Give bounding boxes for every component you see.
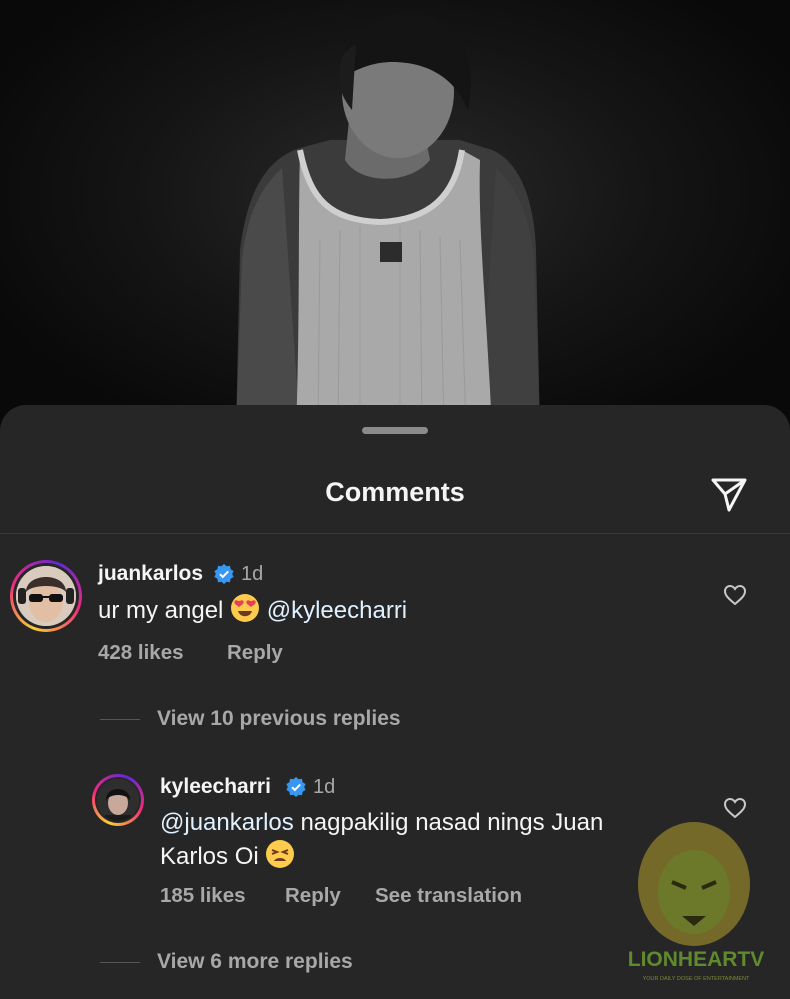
comment-mention[interactable]: @kyleecharri [267,597,407,624]
comment-reply-button[interactable]: Reply [227,641,283,665]
reply-text-line2: Karlos Oi [160,843,259,870]
see-translation-button[interactable]: See translation [375,884,522,908]
reply-avatar[interactable] [92,774,144,826]
sheet-title: Comments [325,477,465,507]
reply-mention[interactable]: @juankarlos [160,809,294,836]
verified-badge-icon [214,564,234,584]
share-button[interactable] [706,471,752,517]
reply-time: 1d [313,776,336,798]
heart-outline-icon[interactable] [723,583,747,607]
post-photo [0,0,790,430]
view-more-replies[interactable]: View 6 more replies [157,950,353,974]
divider-line [100,719,140,720]
avatar[interactable] [10,560,82,632]
comment-text-body: ur my angel [98,597,224,624]
verified-badge-icon [286,777,306,797]
divider-line [100,962,140,963]
comment-time: 1d [241,563,264,585]
view-previous-replies[interactable]: View 10 previous replies [157,707,401,731]
reply-text-line1: nagpakilig nasad nings Juan [300,809,604,836]
drag-handle[interactable] [362,427,428,434]
comment-likes[interactable]: 428 likes [98,641,184,665]
watermark-tagline: YOUR DAILY DOSE OF ENTERTAINMENT [643,976,750,982]
heart-outline-icon[interactable] [723,796,747,820]
header-divider [0,533,790,534]
comment-text: ur my angel @kyleecharri [98,593,407,632]
comment-username[interactable]: juankarlos [98,562,203,586]
paper-plane-icon [711,478,747,512]
reply-likes[interactable]: 185 likes [160,884,246,908]
reply-username[interactable]: kyleecharri [160,775,271,799]
watermark-brand: LIONHEARTV [628,948,764,971]
heart-eyes-emoji [230,593,260,632]
reply-reply-button[interactable]: Reply [285,884,341,908]
watermark-logo: LIONHEARTV YOUR DAILY DOSE OF ENTERTAINM… [628,818,764,988]
weary-face-emoji [265,839,295,878]
reply-text: @juankarlos nagpakilig nasad nings Juan … [160,806,680,878]
